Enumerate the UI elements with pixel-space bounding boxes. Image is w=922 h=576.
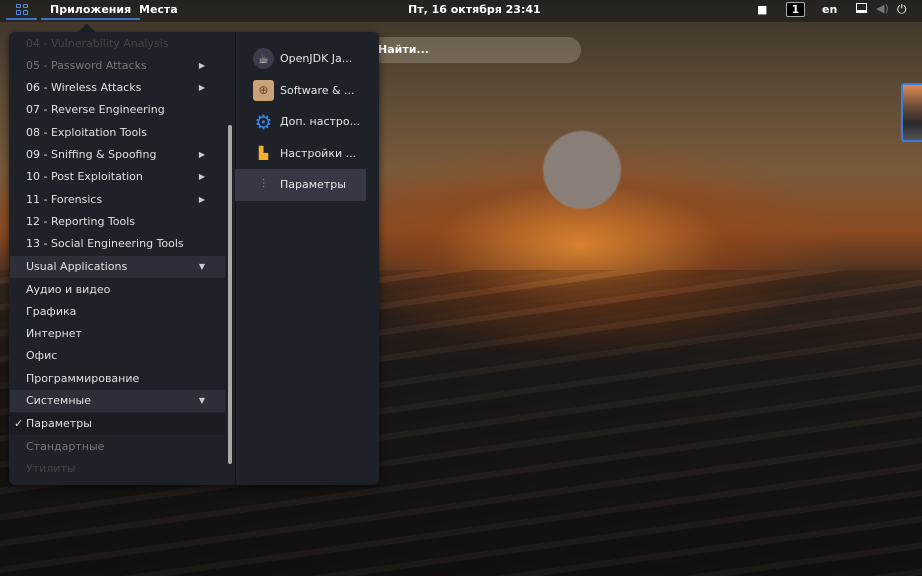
category-item[interactable]: Интернет (10, 323, 225, 345)
category-item[interactable]: 09 - Sniffing & Spoofing ▶ (10, 144, 225, 166)
places-menu-button[interactable]: Места (139, 0, 178, 20)
scrollbar[interactable] (228, 125, 232, 464)
category-item[interactable]: Графика (10, 301, 225, 323)
top-bar: Приложения Места Пт, 16 октября 23:41 ■ … (0, 0, 922, 22)
app-label: Software & ... (280, 83, 355, 97)
applications-menu-button[interactable]: Приложения (41, 0, 141, 20)
settings-icon: ⫶ (261, 177, 265, 192)
search-input[interactable]: Найти... (360, 37, 581, 63)
category-item[interactable]: 10 - Post Exploitation ▶ (10, 166, 225, 188)
app-item[interactable]: ☕ OpenJDK Ja... (235, 43, 366, 75)
submenu-arrow-icon: ▶ (198, 150, 205, 159)
workspace-thumbnail[interactable] (901, 83, 922, 142)
expand-icon: ▼ (198, 262, 205, 271)
check-icon: ✓ (14, 417, 24, 430)
category-label: Офис (26, 349, 58, 362)
category-label: Программирование (26, 372, 140, 385)
expand-icon: ▼ (198, 396, 205, 405)
screen-icon[interactable] (856, 3, 867, 13)
category-label: 12 - Reporting Tools (26, 215, 136, 228)
category-label: Usual Applications (26, 260, 128, 273)
category-label: 04 - Vulnerability Analysis (26, 37, 169, 50)
workspace-indicator[interactable]: 1 (786, 2, 805, 17)
app-item[interactable]: ⚙ Доп. настро... (235, 106, 366, 138)
submenu-arrow-icon: ▶ (198, 172, 205, 181)
category-label: Графика (26, 305, 77, 318)
category-item[interactable]: 06 - Wireless Attacks ▶ (10, 77, 225, 99)
category-item[interactable]: ✓ Параметры (10, 413, 225, 435)
activities-button[interactable] (6, 0, 37, 20)
app-label: Параметры (280, 178, 346, 192)
camera-icon[interactable]: ■ (757, 3, 767, 16)
keyboard-layout[interactable]: en (822, 3, 837, 16)
category-label: 08 - Exploitation Tools (26, 126, 147, 139)
category-item[interactable]: 13 - Social Engineering Tools (10, 233, 225, 255)
app-label: Настройки ... (280, 146, 357, 160)
app-item[interactable]: ⫶ Параметры (235, 169, 366, 201)
java-icon: ☕ (253, 48, 274, 70)
category-item[interactable]: 05 - Password Attacks ▶ (10, 55, 225, 77)
software-icon: ⊕ (253, 79, 274, 101)
category-label: 11 - Forensics (26, 193, 103, 206)
category-label: Стандартные (26, 440, 105, 453)
category-item[interactable]: 11 - Forensics ▶ (10, 189, 225, 211)
app-list: ☕ OpenJDK Ja... ⊕ Software & ... ⚙ Доп. настр… (235, 43, 366, 201)
gear-icon: ⚙ (254, 109, 273, 134)
submenu-arrow-icon: ▶ (198, 83, 205, 92)
category-label: 13 - Social Engineering Tools (26, 237, 184, 250)
clock[interactable]: Пт, 16 октября 23:41 (408, 3, 541, 16)
app-item[interactable]: ⊕ Software & ... (235, 75, 366, 107)
app-grid-icon (15, 3, 28, 15)
category-label: Утилиты (26, 462, 76, 475)
appearance-icon: ▙ (258, 146, 269, 161)
category-label: 05 - Password Attacks (26, 59, 147, 72)
category-item[interactable]: Утилиты (10, 458, 225, 480)
category-item[interactable]: 07 - Reverse Engineering (10, 99, 225, 121)
category-item[interactable]: Стандартные (10, 436, 225, 458)
category-item[interactable]: Программирование (10, 368, 225, 390)
applications-menu: 04 - Vulnerability Analysis 05 - Password… (9, 32, 379, 485)
submenu-arrow-icon: ▶ (198, 61, 205, 70)
category-label: 07 - Reverse Engineering (26, 103, 165, 116)
category-item[interactable]: 08 - Exploitation Tools (10, 122, 225, 144)
category-item[interactable]: Системные ▼ (10, 390, 225, 412)
category-list: 04 - Vulnerability Analysis 05 - Password… (10, 32, 225, 485)
category-item[interactable]: Аудио и видео (10, 279, 225, 301)
category-label: Параметры (26, 417, 92, 430)
category-item[interactable]: Офис (10, 345, 225, 367)
category-item[interactable]: 04 - Vulnerability Analysis (10, 33, 225, 55)
category-label: 10 - Post Exploitation (26, 170, 143, 183)
category-item[interactable]: 12 - Reporting Tools (10, 211, 225, 233)
category-label: Интернет (26, 327, 82, 340)
category-item[interactable]: Usual Applications ▼ (10, 256, 225, 278)
submenu-arrow-icon: ▶ (198, 195, 205, 204)
category-label: Аудио и видео (26, 283, 111, 296)
power-icon[interactable]: ⏻ (897, 2, 907, 17)
volume-icon[interactable]: ◀) (876, 2, 889, 15)
category-label: 09 - Sniffing & Spoofing (26, 148, 157, 161)
app-label: Доп. настро... (280, 115, 361, 129)
app-item[interactable]: ▙ Настройки ... (235, 138, 366, 170)
category-label: Системные (26, 394, 91, 407)
category-label: 06 - Wireless Attacks (26, 81, 142, 94)
app-label: OpenJDK Ja... (280, 52, 353, 66)
